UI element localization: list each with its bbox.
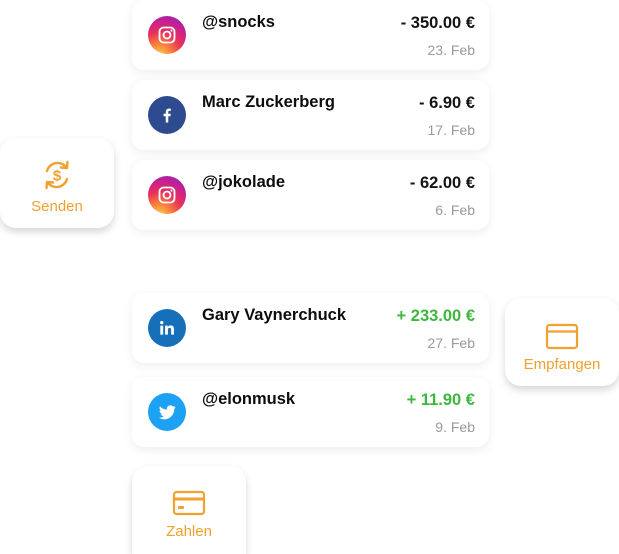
transaction-card[interactable]: @snocks - 350.00 € 23. Feb	[132, 0, 489, 70]
twitter-icon	[148, 393, 186, 431]
transaction-date: 23. Feb	[427, 42, 475, 58]
send-button[interactable]: $ Senden	[0, 138, 114, 228]
currency-exchange-icon: $	[45, 160, 69, 190]
transaction-card[interactable]: @elonmusk + 11.90 € 9. Feb	[132, 377, 489, 447]
transaction-name: @elonmusk	[202, 390, 296, 408]
receive-button[interactable]: Empfangen	[505, 298, 619, 386]
transaction-card[interactable]: Gary Vaynerchuck + 233.00 € 27. Feb	[132, 293, 489, 363]
transaction-amount: - 6.90 €	[419, 94, 475, 112]
send-label: Senden	[31, 198, 83, 215]
linkedin-icon	[148, 309, 186, 347]
pay-label: Zahlen	[166, 523, 212, 540]
transaction-amount: - 350.00 €	[400, 14, 475, 32]
transaction-date: 17. Feb	[427, 122, 475, 138]
transaction-name: @jokolade	[202, 173, 286, 191]
transaction-date: 9. Feb	[435, 419, 475, 435]
transaction-card[interactable]: @jokolade - 62.00 € 6. Feb	[132, 160, 489, 230]
transaction-card[interactable]: Marc Zuckerberg - 6.90 € 17. Feb	[132, 80, 489, 150]
transaction-date: 27. Feb	[427, 335, 475, 351]
instagram-icon	[148, 176, 186, 214]
transaction-amount: + 11.90 €	[406, 391, 475, 409]
receive-label: Empfangen	[523, 356, 601, 373]
facebook-icon	[148, 96, 186, 134]
transaction-date: 6. Feb	[435, 202, 475, 218]
transaction-name: Marc Zuckerberg	[202, 93, 335, 111]
transaction-amount: - 62.00 €	[409, 174, 475, 192]
transaction-amount: + 233.00 €	[396, 307, 475, 325]
wallet-icon	[545, 323, 579, 350]
credit-card-icon	[172, 490, 206, 516]
transaction-name: Gary Vaynerchuck	[202, 306, 347, 324]
svg-text:$: $	[53, 168, 62, 185]
instagram-icon	[148, 16, 186, 54]
transaction-name: @snocks	[202, 13, 275, 31]
pay-button[interactable]: Zahlen	[132, 466, 246, 554]
